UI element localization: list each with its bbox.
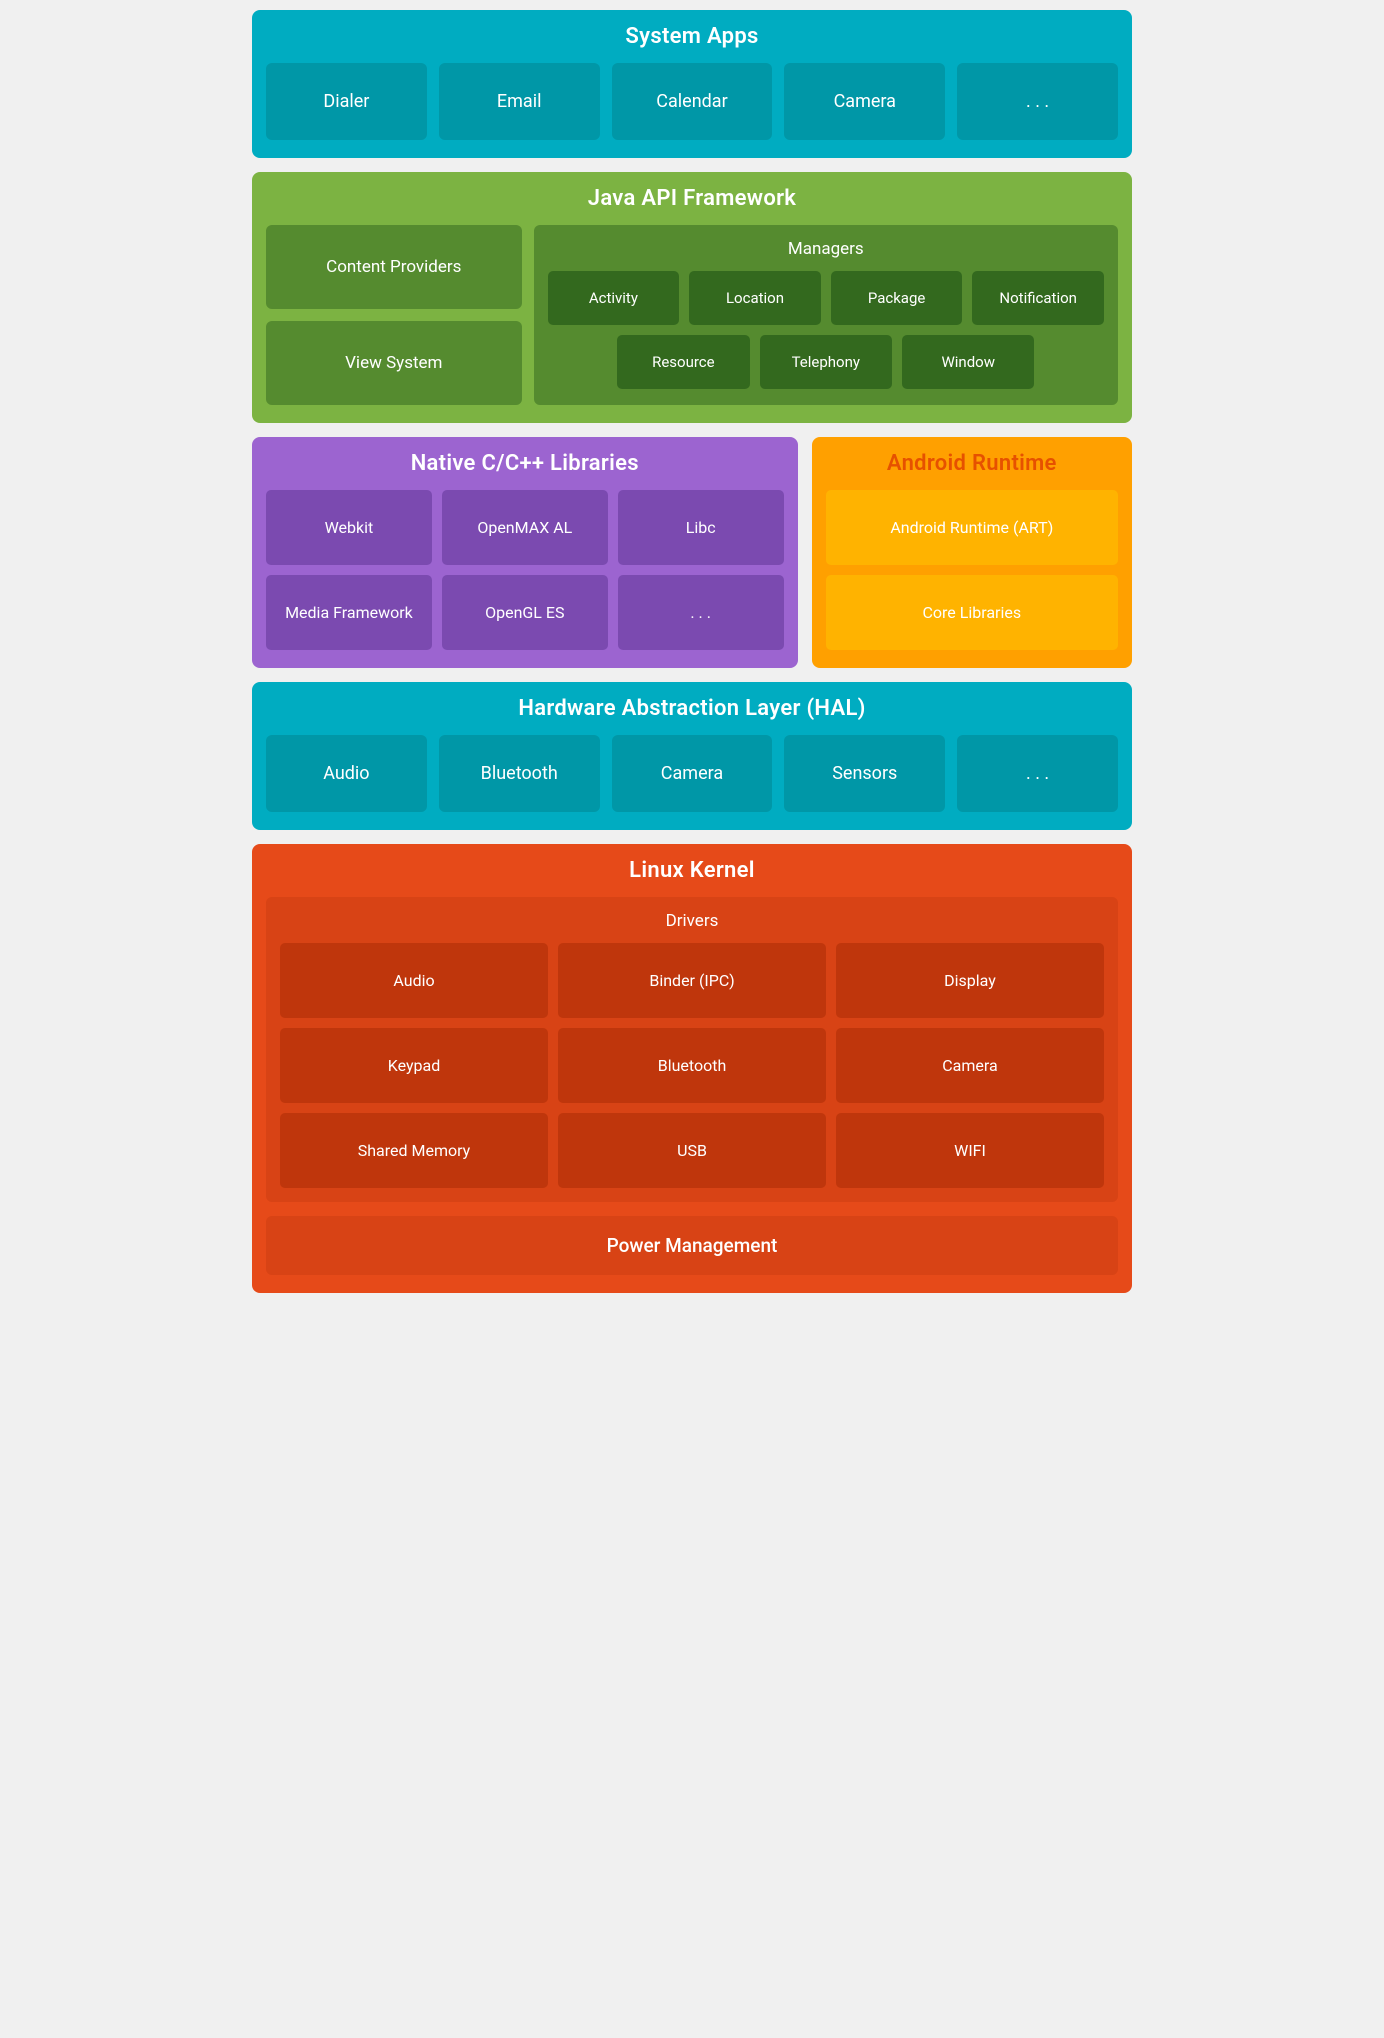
- drivers-title: Drivers: [280, 911, 1104, 931]
- hal-item: Bluetooth: [439, 735, 600, 812]
- native-lib-item: Libc: [618, 490, 784, 565]
- manager-item: Resource: [617, 335, 749, 389]
- drivers-grid: AudioBinder (IPC)Display KeypadBluetoothC…: [280, 943, 1104, 1188]
- managers-title: Managers: [548, 239, 1104, 259]
- manager-item: Notification: [972, 271, 1104, 325]
- java-api-left-item: View System: [266, 321, 522, 405]
- android-runtime-item: Core Libraries: [826, 575, 1118, 650]
- android-runtime-layer: Android Runtime Android Runtime (ART) Cor…: [812, 437, 1132, 668]
- managers-grid-2: ResourceTelephonyWindow: [617, 335, 1034, 389]
- android-runtime-grid: Android Runtime (ART) Core Libraries: [826, 490, 1118, 650]
- manager-item: Location: [689, 271, 821, 325]
- hal-layer: Hardware Abstraction Layer (HAL) AudioBl…: [252, 682, 1132, 830]
- hal-title: Hardware Abstraction Layer (HAL): [266, 696, 1118, 721]
- hal-item: . . .: [957, 735, 1118, 812]
- hal-item: Audio: [266, 735, 427, 812]
- native-runtime-row: Native C/C++ Libraries WebkitOpenMAX ALL…: [252, 437, 1132, 668]
- system-apps-title: System Apps: [266, 24, 1118, 49]
- driver-item: Shared Memory: [280, 1113, 548, 1188]
- native-lib-item: OpenMAX AL: [442, 490, 608, 565]
- manager-item: Activity: [548, 271, 680, 325]
- driver-item: USB: [558, 1113, 826, 1188]
- java-api-left-item: Content Providers: [266, 225, 522, 309]
- native-lib-item: OpenGL ES: [442, 575, 608, 650]
- native-lib-item: Media Framework: [266, 575, 432, 650]
- java-api-right: Managers ActivityLocationPackageNotifica…: [534, 225, 1118, 405]
- system-app-item: Calendar: [612, 63, 773, 140]
- android-runtime-item: Android Runtime (ART): [826, 490, 1118, 565]
- native-libs-title: Native C/C++ Libraries: [266, 451, 784, 476]
- manager-item: Telephony: [760, 335, 892, 389]
- native-libs-grid: WebkitOpenMAX ALLibc Media FrameworkOpenG…: [266, 490, 784, 650]
- driver-item: Audio: [280, 943, 548, 1018]
- java-api-title: Java API Framework: [266, 186, 1118, 211]
- driver-item: Display: [836, 943, 1104, 1018]
- manager-item: Window: [902, 335, 1034, 389]
- driver-item: Keypad: [280, 1028, 548, 1103]
- driver-item: Bluetooth: [558, 1028, 826, 1103]
- java-api-left: Content Providers View System: [266, 225, 522, 405]
- power-management: Power Management: [266, 1216, 1118, 1275]
- native-lib-item: Webkit: [266, 490, 432, 565]
- system-app-item: . . .: [957, 63, 1118, 140]
- driver-item: Camera: [836, 1028, 1104, 1103]
- linux-kernel-title: Linux Kernel: [266, 858, 1118, 883]
- managers-grid-1: ActivityLocationPackageNotification: [548, 271, 1104, 325]
- manager-item: Package: [831, 271, 963, 325]
- java-api-layer: Java API Framework Content Providers View…: [252, 172, 1132, 423]
- system-app-item: Camera: [784, 63, 945, 140]
- java-api-content: Content Providers View System Managers Ac…: [266, 225, 1118, 405]
- hal-items: AudioBluetoothCameraSensors. . .: [266, 735, 1118, 812]
- system-apps-layer: System Apps DialerEmailCalendarCamera. .…: [252, 10, 1132, 158]
- system-app-item: Dialer: [266, 63, 427, 140]
- system-app-item: Email: [439, 63, 600, 140]
- hal-item: Camera: [612, 735, 773, 812]
- drivers-section: Drivers AudioBinder (IPC)Display KeypadBl…: [266, 897, 1118, 1202]
- hal-item: Sensors: [784, 735, 945, 812]
- driver-item: WIFI: [836, 1113, 1104, 1188]
- driver-item: Binder (IPC): [558, 943, 826, 1018]
- android-runtime-title: Android Runtime: [826, 451, 1118, 476]
- system-apps-items: DialerEmailCalendarCamera. . .: [266, 63, 1118, 140]
- linux-kernel-layer: Linux Kernel Drivers AudioBinder (IPC)Di…: [252, 844, 1132, 1293]
- native-libs-layer: Native C/C++ Libraries WebkitOpenMAX ALL…: [252, 437, 798, 668]
- native-lib-item: . . .: [618, 575, 784, 650]
